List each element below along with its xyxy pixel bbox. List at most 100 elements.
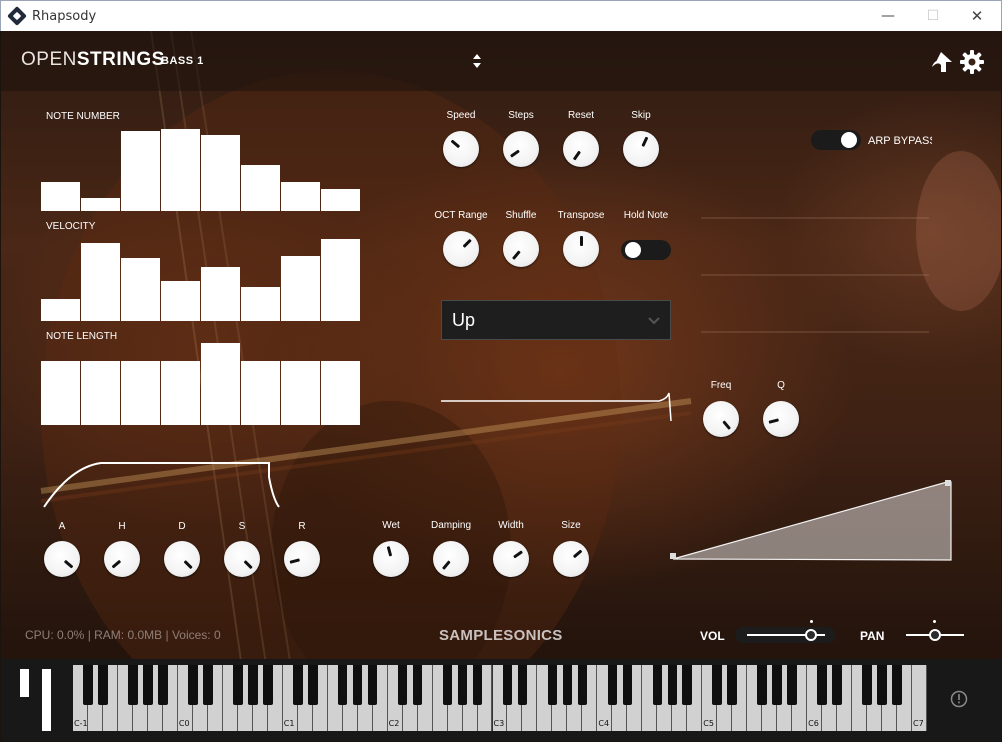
sequencer-bar[interactable] — [281, 256, 320, 321]
sequencer-bar[interactable] — [121, 258, 160, 321]
black-key[interactable] — [83, 665, 93, 705]
maximize-button[interactable]: ☐ — [923, 7, 943, 25]
width-knob[interactable] — [493, 541, 529, 577]
velocity-graph[interactable] — [41, 239, 361, 321]
black-key[interactable] — [158, 665, 168, 705]
attack-knob[interactable] — [44, 541, 80, 577]
transpose-knob[interactable] — [563, 231, 599, 267]
piano-keyboard[interactable]: C-1 C0 C1 C2 C3 C4 C5 C6 C7 — [73, 665, 927, 731]
reset-knob[interactable] — [563, 131, 599, 167]
arp-mode-dropdown[interactable]: Up — [441, 300, 671, 340]
sequencer-bar[interactable] — [321, 239, 360, 321]
sequencer-bar[interactable] — [241, 287, 280, 321]
gear-icon[interactable] — [959, 49, 985, 75]
note-length-graph[interactable] — [41, 341, 361, 425]
sequencer-bar[interactable] — [161, 361, 200, 425]
black-key[interactable] — [292, 665, 303, 705]
sequencer-bar[interactable] — [281, 361, 320, 425]
freq-knob[interactable] — [703, 401, 739, 437]
sequencer-bar[interactable] — [121, 131, 160, 211]
mod-wheel[interactable] — [42, 669, 51, 731]
black-key[interactable] — [442, 665, 453, 705]
filter-response-curve[interactable] — [441, 391, 673, 421]
sequencer-bar[interactable] — [201, 267, 240, 321]
sequencer-bar[interactable] — [81, 243, 120, 321]
damping-knob[interactable] — [433, 541, 469, 577]
sequencer-bar[interactable] — [201, 343, 240, 425]
black-key[interactable] — [412, 665, 423, 705]
volume-thumb[interactable] — [804, 629, 817, 641]
black-key[interactable] — [832, 665, 842, 705]
size-knob[interactable] — [553, 541, 589, 577]
black-key[interactable] — [562, 665, 573, 705]
sequencer-bar[interactable] — [161, 129, 200, 211]
minimize-button[interactable]: — — [878, 7, 898, 25]
shuffle-knob[interactable] — [503, 231, 539, 267]
black-key[interactable] — [367, 665, 378, 705]
black-key[interactable] — [607, 665, 618, 705]
arp-bypass-toggle[interactable] — [811, 130, 861, 150]
sequencer-bar[interactable] — [201, 135, 240, 211]
black-key[interactable] — [98, 665, 108, 705]
pitch-wheel[interactable] — [20, 669, 29, 697]
note-number-graph[interactable] — [41, 129, 361, 211]
pan-slider[interactable] — [906, 627, 964, 643]
black-key[interactable] — [712, 665, 723, 705]
black-key[interactable] — [652, 665, 663, 705]
sequencer-bar[interactable] — [281, 182, 320, 211]
black-key[interactable] — [352, 665, 363, 705]
black-key[interactable] — [143, 665, 153, 705]
black-key[interactable] — [457, 665, 468, 705]
speed-knob[interactable] — [443, 131, 479, 167]
wet-knob[interactable] — [373, 541, 409, 577]
black-key[interactable] — [817, 665, 827, 705]
black-key[interactable] — [577, 665, 588, 705]
sequencer-bar[interactable] — [321, 361, 360, 425]
oct-range-knob[interactable] — [443, 231, 479, 267]
sequencer-bar[interactable] — [241, 361, 280, 425]
hold-note-toggle[interactable] — [621, 240, 671, 260]
black-key[interactable] — [307, 665, 318, 705]
sequencer-bar[interactable] — [241, 165, 280, 211]
black-key[interactable] — [502, 665, 513, 705]
sequencer-bar[interactable] — [41, 361, 80, 425]
volume-slider[interactable] — [735, 627, 835, 643]
black-key[interactable] — [337, 665, 348, 705]
sequencer-bar[interactable] — [41, 299, 80, 321]
black-key[interactable] — [682, 665, 693, 705]
skip-knob[interactable] — [623, 131, 659, 167]
black-key[interactable] — [517, 665, 528, 705]
pan-thumb[interactable] — [929, 629, 941, 641]
hold-knob[interactable] — [104, 541, 140, 577]
black-key[interactable] — [233, 665, 243, 705]
decay-knob[interactable] — [164, 541, 200, 577]
sequencer-bar[interactable] — [121, 361, 160, 425]
sustain-knob[interactable] — [224, 541, 260, 577]
black-key[interactable] — [667, 665, 678, 705]
black-key[interactable] — [772, 665, 782, 705]
sequencer-bar[interactable] — [81, 361, 120, 425]
black-key[interactable] — [727, 665, 737, 705]
black-key[interactable] — [262, 665, 273, 705]
black-key[interactable] — [397, 665, 408, 705]
black-key[interactable] — [622, 665, 633, 705]
black-key[interactable] — [862, 665, 872, 705]
black-key[interactable] — [472, 665, 483, 705]
velocity-curve-display[interactable] — [669, 479, 953, 563]
envelope-curve[interactable] — [41, 459, 281, 511]
sequencer-bar[interactable] — [81, 198, 120, 211]
up-arrow-icon[interactable] — [928, 49, 954, 75]
black-key[interactable] — [877, 665, 887, 705]
release-knob[interactable] — [284, 541, 320, 577]
black-key[interactable] — [787, 665, 797, 705]
black-key[interactable] — [188, 665, 198, 705]
preset-arrows-icon[interactable] — [471, 53, 483, 69]
sequencer-bar[interactable] — [41, 182, 80, 211]
black-key[interactable] — [128, 665, 138, 705]
black-key[interactable] — [203, 665, 213, 705]
black-key[interactable] — [757, 665, 767, 705]
preset-name[interactable]: BASS 1 — [161, 55, 204, 67]
black-key[interactable] — [547, 665, 558, 705]
close-button[interactable]: ✕ — [967, 7, 987, 25]
black-key[interactable] — [247, 665, 258, 705]
